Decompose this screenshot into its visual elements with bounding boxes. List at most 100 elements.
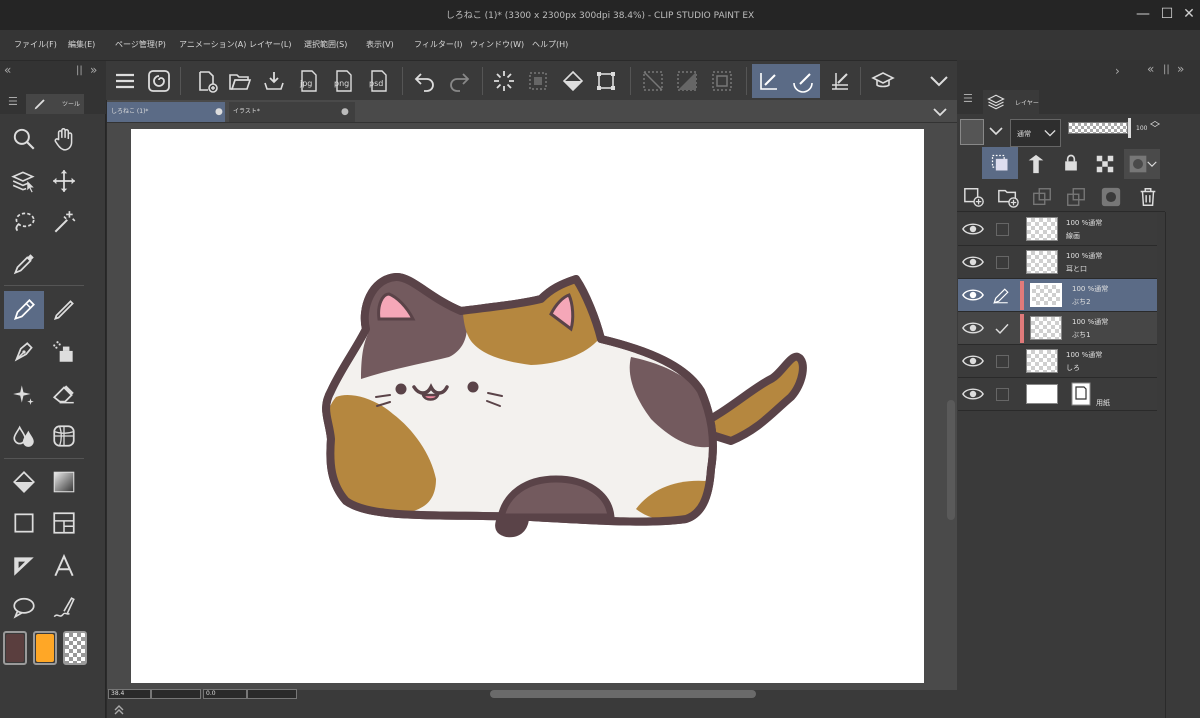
fill-button[interactable] — [556, 64, 590, 98]
blend-tool[interactable] — [4, 417, 44, 455]
menu-view[interactable]: 表示(V) — [366, 39, 394, 50]
panel-menu-icon[interactable]: ☰ — [963, 92, 973, 105]
eye-icon[interactable] — [962, 320, 984, 336]
chevron-right-icon[interactable]: › — [1115, 64, 1120, 78]
layer-row[interactable]: 100 %通常 しろ — [958, 345, 1157, 378]
pencil-tool[interactable] — [44, 291, 84, 329]
layer-row[interactable]: 100 %通常 線画 — [958, 213, 1157, 246]
clip-to-layer-below-button[interactable] — [982, 147, 1018, 179]
expand-selection-button[interactable] — [705, 64, 739, 98]
correct-line-tool[interactable] — [44, 589, 84, 627]
text-tool[interactable] — [44, 547, 84, 585]
close-button[interactable]: ✕ — [1178, 4, 1200, 24]
opacity-slider-handle[interactable] — [1128, 118, 1131, 138]
eye-icon[interactable] — [962, 287, 984, 303]
lock-transparent-pixels-icon[interactable] — [1094, 153, 1116, 175]
horizontal-scrollbar[interactable] — [490, 690, 756, 698]
expand-left-icon[interactable]: « — [1147, 62, 1154, 76]
move-layer-tool[interactable] — [44, 162, 84, 200]
eraser-tool[interactable] — [44, 375, 84, 413]
open-file-button[interactable] — [223, 64, 257, 98]
layer-row-paper[interactable]: 用紙 — [958, 378, 1157, 411]
ruler-tool[interactable] — [4, 547, 44, 585]
menu-window[interactable]: ウィンドウ(W) — [470, 39, 524, 50]
drag-handle-icon[interactable]: || — [76, 65, 83, 76]
lasso-tool[interactable] — [4, 203, 44, 241]
menu-layer[interactable]: レイヤー(L) — [249, 39, 291, 50]
decoration-tool[interactable] — [4, 375, 44, 413]
menu-help[interactable]: ヘルプ(H) — [532, 39, 568, 50]
rotation-field[interactable]: 0.0 — [203, 689, 247, 699]
deselect-button[interactable] — [636, 64, 670, 98]
menu-edit[interactable]: 編集(E) — [68, 39, 95, 50]
new-file-button[interactable] — [190, 64, 224, 98]
chevron-down-icon[interactable] — [988, 124, 1004, 138]
fill-tool[interactable] — [4, 463, 44, 501]
document-tab-active[interactable]: しろねこ (1)* ● — [107, 102, 225, 122]
expand-right-icon[interactable]: » — [90, 63, 97, 77]
tab-list-chevron-icon[interactable] — [932, 106, 948, 118]
close-tab-icon[interactable]: ● — [341, 102, 349, 122]
eye-icon[interactable] — [962, 353, 984, 369]
layer-edit-checkbox[interactable] — [996, 256, 1009, 269]
layer-edit-checkbox[interactable] — [996, 355, 1009, 368]
layer-edit-checkbox[interactable] — [996, 223, 1009, 236]
undo-button[interactable] — [408, 64, 442, 98]
minimize-button[interactable]: — — [1132, 4, 1154, 24]
tool-tab[interactable]: ツール — [26, 94, 84, 114]
export-psd-button[interactable]: psd — [362, 64, 396, 98]
figure-tool[interactable] — [4, 504, 44, 542]
transform-button[interactable] — [589, 64, 623, 98]
vertical-scrollbar[interactable] — [947, 400, 955, 520]
magic-wand-tool[interactable] — [44, 203, 84, 241]
layer-row-selected[interactable]: 100 %通常 ぶち2 — [958, 279, 1157, 312]
invert-selection-button[interactable] — [670, 64, 704, 98]
snap-to-special-ruler-button[interactable] — [786, 64, 820, 98]
mask-toggle-button[interactable] — [1124, 149, 1160, 179]
sub-color-swatch[interactable] — [33, 631, 57, 665]
document-tab-inactive[interactable]: イラスト* ● — [229, 102, 355, 122]
eye-icon[interactable] — [962, 386, 984, 402]
reference-layer-icon[interactable] — [1025, 153, 1047, 175]
main-color-swatch[interactable] — [3, 631, 27, 665]
opacity-slider[interactable] — [1068, 122, 1128, 134]
layer-row[interactable]: 100 %通常 耳と口 — [958, 246, 1157, 279]
menu-animation[interactable]: アニメーション(A) — [179, 39, 246, 50]
main-menu-button[interactable] — [108, 64, 142, 98]
frame-border-tool[interactable] — [44, 504, 84, 542]
zoom-field[interactable]: 38.4 — [108, 689, 151, 699]
close-tab-icon[interactable]: ● — [215, 102, 223, 122]
eyedropper-tool[interactable] — [4, 245, 44, 283]
export-png-button[interactable]: png — [327, 64, 361, 98]
checkmark-icon[interactable] — [994, 321, 1010, 337]
eye-icon[interactable] — [962, 254, 984, 270]
layer-edit-checkbox[interactable] — [996, 388, 1009, 401]
clip-studio-button[interactable] — [142, 64, 176, 98]
collapse-right-icon[interactable]: » — [1177, 62, 1184, 76]
lock-icon[interactable] — [1061, 153, 1081, 173]
layer-row[interactable]: 100 %通常 ぶち1 — [958, 312, 1157, 345]
operation-tool[interactable] — [4, 162, 44, 200]
save-button[interactable] — [257, 64, 291, 98]
snap-to-grid-button[interactable] — [823, 64, 857, 98]
expand-status-chevron-icon[interactable] — [113, 704, 125, 716]
create-mask-icon[interactable] — [1100, 186, 1122, 208]
zoom-tool[interactable] — [4, 120, 44, 158]
panel-menu-icon[interactable]: ☰ — [8, 95, 18, 108]
layer-color-button[interactable] — [960, 119, 984, 145]
clear-button[interactable] — [487, 64, 521, 98]
hand-tool[interactable] — [44, 120, 84, 158]
pen-tool[interactable] — [4, 291, 44, 329]
layer-tab[interactable]: レイヤー — [983, 90, 1039, 114]
snap-to-ruler-button[interactable] — [752, 64, 786, 98]
eye-icon[interactable] — [962, 221, 984, 237]
new-folder-icon[interactable] — [997, 186, 1019, 208]
brush-tool[interactable] — [4, 333, 44, 371]
merge-with-lower-layer-icon[interactable] — [1065, 186, 1087, 208]
gradient-tool[interactable] — [44, 463, 84, 501]
collapse-left-icon[interactable]: « — [4, 63, 11, 77]
rotation-slider[interactable] — [247, 689, 297, 699]
opacity-stepper[interactable]: ︿ ﹀ — [1150, 117, 1160, 135]
zoom-slider[interactable] — [151, 689, 201, 699]
command-bar-more-button[interactable] — [922, 64, 956, 98]
